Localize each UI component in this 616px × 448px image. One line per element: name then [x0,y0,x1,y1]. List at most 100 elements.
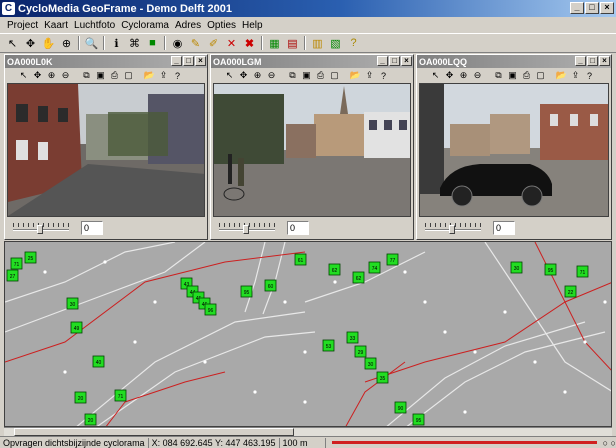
zoom-in-icon[interactable]: ⊕ [58,35,75,51]
export-icon[interactable]: ⇪ [569,69,582,82]
pointer-icon[interactable]: ↖ [223,69,236,82]
help-icon[interactable]: ? [171,69,184,82]
delete-all-icon[interactable]: ✖ [241,35,258,51]
help-icon[interactable]: ? [345,35,362,51]
zoom-out-icon[interactable]: ⊖ [471,69,484,82]
panel-maximize-button[interactable]: □ [587,56,598,66]
map-marker[interactable]: 29 [354,345,367,358]
panel-close-button[interactable]: × [599,56,610,66]
zoom-field[interactable]: 0 [287,221,309,235]
minimize-button[interactable]: _ [570,2,584,14]
save-icon[interactable]: ▣ [506,69,519,82]
map-marker[interactable]: 61 [294,253,307,266]
zoom-slider[interactable] [219,223,275,234]
pointer-icon[interactable]: ↖ [17,69,30,82]
menu-cyclorama[interactable]: Cyclorama [118,20,172,31]
map-horizontal-scrollbar[interactable] [4,427,612,436]
scrollbar-thumb[interactable] [14,428,294,436]
info-icon[interactable]: ℹ [108,35,125,51]
menu-luchtfoto[interactable]: Luchtfoto [71,20,118,31]
map-marker[interactable]: 30 [66,297,79,310]
map-marker[interactable]: 62 [352,271,365,284]
map-marker[interactable]: 53 [322,339,335,352]
print-icon[interactable]: ⎙ [108,69,121,82]
tool-b-icon[interactable]: ✐ [205,35,222,51]
cyclorama-image-3[interactable] [419,83,609,217]
help-icon[interactable]: ? [583,69,596,82]
zoom-in-icon[interactable]: ⊕ [457,69,470,82]
zoom-slider[interactable] [425,223,481,234]
map-marker[interactable]: 35 [376,371,389,384]
preview-icon[interactable]: ▢ [534,69,547,82]
save-icon[interactable]: ▣ [94,69,107,82]
tool-a-icon[interactable]: ✎ [187,35,204,51]
menu-opties[interactable]: Opties [204,20,239,31]
copy-icon[interactable]: ⧉ [492,69,505,82]
open-icon[interactable]: 📂 [349,69,362,82]
pan-icon[interactable]: ✥ [443,69,456,82]
zoom-extent-icon[interactable]: 🔍 [83,35,100,51]
pan-icon[interactable]: ✥ [237,69,250,82]
map-marker[interactable]: 30 [510,261,523,274]
panel-minimize-button[interactable]: _ [575,56,586,66]
maximize-button[interactable]: □ [585,2,599,14]
map-marker[interactable]: 95 [412,413,425,426]
export-icon[interactable]: ⇪ [157,69,170,82]
map-marker[interactable]: 95 [240,285,253,298]
preview-icon[interactable]: ▢ [122,69,135,82]
map-marker[interactable]: 25 [24,251,37,264]
map-marker[interactable]: 33 [346,331,359,344]
map-marker[interactable]: 71 [114,389,127,402]
copy-icon[interactable]: ⧉ [80,69,93,82]
map-marker[interactable]: 20 [74,391,87,404]
map-marker[interactable]: 71 [576,265,589,278]
pan-icon[interactable]: ✥ [31,69,44,82]
zoom-field[interactable]: 0 [493,221,515,235]
map-marker[interactable]: 30 [364,357,377,370]
help-icon[interactable]: ? [377,69,390,82]
menu-kaart[interactable]: Kaart [41,20,71,31]
menu-help[interactable]: Help [239,20,266,31]
panel-minimize-button[interactable]: _ [171,56,182,66]
map-marker[interactable]: 62 [328,263,341,276]
map-marker[interactable]: 77 [386,253,399,266]
map-marker[interactable]: 96 [204,303,217,316]
save-icon[interactable]: ▣ [300,69,313,82]
pointer-icon[interactable]: ↖ [429,69,442,82]
map-d-icon[interactable]: ▧ [327,35,344,51]
zoom-slider[interactable] [13,223,69,234]
map-marker[interactable]: 90 [394,401,407,414]
print-icon[interactable]: ⎙ [314,69,327,82]
layer-icon[interactable]: ■ [144,35,161,51]
map-marker[interactable]: 60 [264,279,277,292]
map-a-icon[interactable]: ▦ [266,35,283,51]
panel-close-button[interactable]: × [401,56,412,66]
map-b-icon[interactable]: ▤ [284,35,301,51]
pan-icon[interactable]: ✥ [22,35,39,51]
delete-icon[interactable]: ✕ [223,35,240,51]
map-marker[interactable]: 20 [84,413,97,426]
map-marker[interactable]: 74 [368,261,381,274]
select-icon[interactable]: ⌘ [126,35,143,51]
zoom-out-icon[interactable]: ⊖ [265,69,278,82]
copy-icon[interactable]: ⧉ [286,69,299,82]
open-icon[interactable]: 📂 [143,69,156,82]
print-icon[interactable]: ⎙ [520,69,533,82]
map-c-icon[interactable]: ▥ [309,35,326,51]
preview-icon[interactable]: ▢ [328,69,341,82]
panel-maximize-button[interactable]: □ [183,56,194,66]
map-marker[interactable]: 40 [92,355,105,368]
cyclorama-image-2[interactable] [213,83,411,217]
map-marker[interactable]: 27 [6,269,19,282]
hand-icon[interactable]: ✋ [40,35,57,51]
export-icon[interactable]: ⇪ [363,69,376,82]
close-button[interactable]: × [600,2,614,14]
panel-minimize-button[interactable]: _ [377,56,388,66]
map-marker[interactable]: 22 [564,285,577,298]
zoom-field[interactable]: 0 [81,221,103,235]
cyclorama-image-1[interactable] [7,83,205,217]
map-marker[interactable]: 95 [544,263,557,276]
pointer-icon[interactable]: ↖ [4,35,21,51]
zoom-in-icon[interactable]: ⊕ [45,69,58,82]
map-view[interactable]: 71 25 27 30 49 40 71 20 20 43 44 45 46 96 95 60 61 62 62 74… [4,241,612,427]
